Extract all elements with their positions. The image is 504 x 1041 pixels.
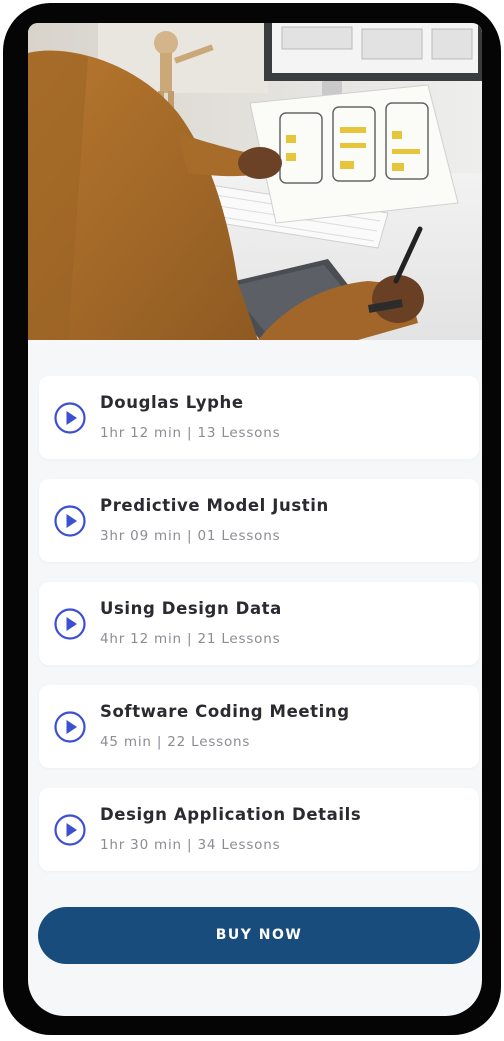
play-circle-icon[interactable] bbox=[54, 711, 86, 743]
lesson-meta: 3hr 09 min | 01 Lessons bbox=[100, 528, 281, 544]
play-circle-icon[interactable] bbox=[54, 402, 86, 434]
lesson-meta: 4hr 12 min | 21 Lessons bbox=[100, 631, 281, 647]
app-screen: Douglas Lyphe 1hr 12 min | 13 Lessons Pr… bbox=[28, 23, 482, 1016]
lesson-item[interactable]: Douglas Lyphe 1hr 12 min | 13 Lessons bbox=[39, 376, 479, 459]
phone-frame: Douglas Lyphe 1hr 12 min | 13 Lessons Pr… bbox=[3, 3, 501, 1035]
lesson-title: Douglas Lyphe bbox=[100, 393, 244, 412]
hero-image bbox=[28, 23, 482, 340]
lesson-title: Predictive Model Justin bbox=[100, 496, 329, 515]
lesson-title: Using Design Data bbox=[100, 599, 282, 618]
lesson-item[interactable]: Software Coding Meeting 45 min | 22 Less… bbox=[39, 685, 479, 768]
lesson-item[interactable]: Design Application Details 1hr 30 min | … bbox=[39, 788, 479, 871]
lesson-title: Design Application Details bbox=[100, 805, 362, 824]
lesson-title: Software Coding Meeting bbox=[100, 702, 350, 721]
buy-now-button[interactable]: BUY NOW bbox=[38, 907, 480, 964]
lesson-meta: 1hr 30 min | 34 Lessons bbox=[100, 837, 281, 853]
play-circle-icon[interactable] bbox=[54, 505, 86, 537]
play-circle-icon[interactable] bbox=[54, 814, 86, 846]
lesson-item[interactable]: Using Design Data 4hr 12 min | 21 Lesson… bbox=[39, 582, 479, 665]
lesson-item[interactable]: Predictive Model Justin 3hr 09 min | 01 … bbox=[39, 479, 479, 562]
lesson-list: Douglas Lyphe 1hr 12 min | 13 Lessons Pr… bbox=[39, 376, 479, 891]
lesson-meta: 45 min | 22 Lessons bbox=[100, 734, 251, 750]
lesson-meta: 1hr 12 min | 13 Lessons bbox=[100, 425, 281, 441]
play-circle-icon[interactable] bbox=[54, 608, 86, 640]
